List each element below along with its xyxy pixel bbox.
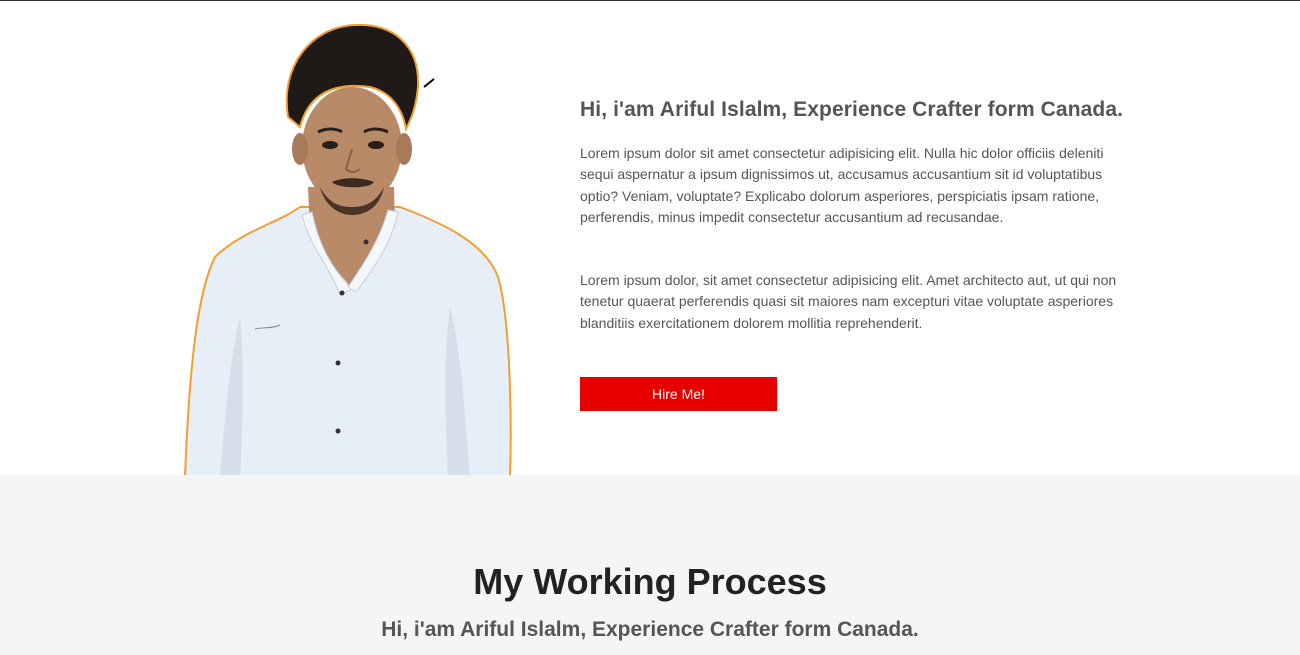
- about-paragraph-1: Lorem ipsum dolor sit amet consectetur a…: [580, 145, 1104, 225]
- process-subheading: Hi, i'am Ariful Islalm, Experience Craft…: [381, 618, 919, 641]
- process-heading: My Working Process: [473, 561, 827, 602]
- about-paragraph-2: Lorem ipsum dolor, sit amet consectetur …: [580, 272, 1117, 331]
- about-heading: Hi, i'am Ariful Islalm, Experience Craft…: [580, 98, 1124, 121]
- profile-photo: [180, 17, 520, 475]
- hire-me-button[interactable]: Hire Me!: [580, 377, 777, 412]
- about-content: Hi, i'am Ariful Islalm, Experience Craft…: [580, 97, 1140, 412]
- about-section: Hi, i'am Ariful Islalm, Experience Craft…: [0, 1, 1300, 475]
- working-process-section: My Working Process Hi, i'am Ariful Islal…: [0, 475, 1300, 655]
